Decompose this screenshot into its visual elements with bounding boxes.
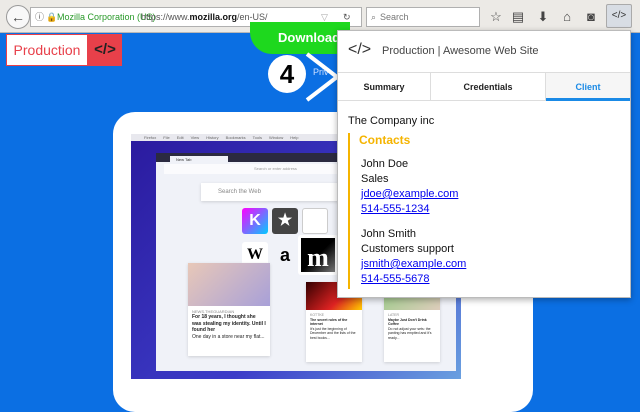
menu-item: Bookmarks xyxy=(225,135,246,140)
story-image xyxy=(188,263,270,306)
contact-email-link[interactable]: jdoe@example.com xyxy=(361,187,618,202)
step-arrow-icon xyxy=(305,52,340,102)
pocket-icon[interactable]: ◙ xyxy=(582,8,600,26)
back-button[interactable]: ← xyxy=(6,5,30,29)
story-title: The secret rules of the internet xyxy=(310,317,348,327)
tile-medium: m xyxy=(298,235,338,275)
info-icon[interactable]: ⓘ xyxy=(35,8,44,26)
contact-role: Sales xyxy=(361,173,389,185)
story-title: Maybe Just Don't Drink Coffee xyxy=(388,317,427,327)
environment-badge: Production </> xyxy=(6,34,122,66)
bookmark-star-icon[interactable]: ☆ xyxy=(487,8,505,26)
menu-item: File xyxy=(163,135,170,140)
company-name: The Company inc xyxy=(348,115,435,127)
search-icon: ⌕ xyxy=(371,12,377,22)
story-card: NEWS.THEGUARDIAN For 18 years, I thought … xyxy=(188,263,270,356)
step-number: 4 xyxy=(268,55,306,93)
extension-button[interactable]: </> xyxy=(606,4,632,28)
story-excerpt: It's just the beginning of December and … xyxy=(310,326,356,340)
extension-popup: </> Production | Awesome Web Site Summar… xyxy=(337,30,631,298)
contact-name: John Smith xyxy=(361,228,417,240)
story-excerpt: One day in a store near my flat... xyxy=(192,333,265,340)
reading-list-icon[interactable]: ▤ xyxy=(509,8,527,26)
contacts-heading: Contacts xyxy=(359,133,411,147)
contact-phone-link[interactable]: 514-555-1234 xyxy=(361,202,618,217)
tile-trello xyxy=(302,208,328,234)
client-panel: The Company inc Contacts John Doe Sales … xyxy=(348,115,618,289)
url-text[interactable]: https://www.mozilla.org/en-US/ xyxy=(141,8,268,26)
menu-item: History xyxy=(206,135,219,140)
tile-amazon: a xyxy=(279,245,290,265)
contacts-section: Contacts John Doe Sales jdoe@example.com… xyxy=(348,133,618,289)
code-icon: </> xyxy=(94,41,116,58)
mockup-tab: New Tab xyxy=(170,156,228,163)
contact-name: John Doe xyxy=(361,158,409,170)
menu-item: Firefox xyxy=(144,135,157,140)
contact-email-link[interactable]: jsmith@example.com xyxy=(361,257,618,272)
lock-icon: 🔒 xyxy=(46,12,58,22)
tab-client[interactable]: Client xyxy=(546,73,630,101)
menu-item: Window xyxy=(269,135,284,140)
contact-card: John Doe Sales jdoe@example.com 514-555-… xyxy=(361,157,618,217)
search-input[interactable]: ⌕ Search xyxy=(366,7,480,27)
tab-summary[interactable]: Summary xyxy=(338,73,431,101)
menu-item: View xyxy=(190,135,200,140)
menu-item: Help xyxy=(290,135,299,140)
popup-header: </> Production | Awesome Web Site xyxy=(338,31,630,73)
story-excerpt: Do not adjust your sets: the panting has… xyxy=(388,326,432,340)
home-icon[interactable]: ⌂ xyxy=(558,8,576,26)
download-button[interactable]: Download xyxy=(250,22,350,54)
contact-card: John Smith Customers support jsmith@exam… xyxy=(361,227,618,287)
mockup-search: Search the Web xyxy=(201,183,341,201)
tile-pocket: ★ xyxy=(272,208,298,234)
menu-item: Tools xyxy=(252,135,263,140)
contact-role: Customers support xyxy=(361,243,454,255)
popup-title: Production | Awesome Web Site xyxy=(382,45,539,57)
tile-kinja: K xyxy=(242,208,268,234)
tab-credentials[interactable]: Credentials xyxy=(431,73,546,101)
code-icon: </> xyxy=(348,41,372,58)
download-icon[interactable]: ⬇ xyxy=(534,8,552,26)
menu-item: Edit xyxy=(176,135,184,140)
popup-tabs: Summary Credentials Client xyxy=(338,73,630,101)
story-title: For 18 years, I thought she was stealing… xyxy=(192,314,266,334)
contact-phone-link[interactable]: 514-555-5678 xyxy=(361,272,618,287)
environment-label: Production xyxy=(7,35,87,65)
